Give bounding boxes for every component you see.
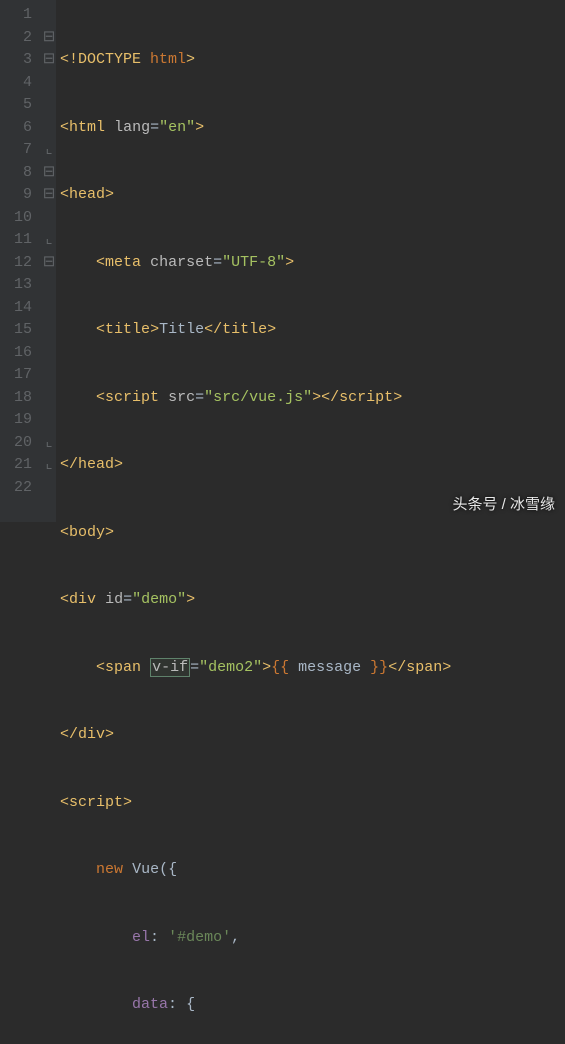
fold-marker[interactable]: ⌞ bbox=[42, 139, 56, 162]
fold-marker[interactable] bbox=[42, 72, 56, 95]
line-number: 15 bbox=[14, 319, 32, 342]
fold-marker[interactable] bbox=[42, 274, 56, 297]
fold-marker[interactable] bbox=[42, 319, 56, 342]
code-line[interactable]: <!DOCTYPE html> bbox=[60, 49, 565, 72]
code-line[interactable]: </head> bbox=[60, 454, 565, 477]
line-number: 19 bbox=[14, 409, 32, 432]
fold-marker[interactable]: ⌞ bbox=[42, 454, 56, 477]
code-line[interactable]: <span v-if="demo2">{{ message }}</span> bbox=[60, 657, 565, 680]
fold-marker[interactable] bbox=[42, 477, 56, 500]
fold-marker[interactable] bbox=[42, 4, 56, 27]
fold-marker[interactable]: ⊟ bbox=[42, 27, 56, 50]
line-number: 11 bbox=[14, 229, 32, 252]
fold-gutter: ⊟ ⊟ ⌞ ⊟ ⊟ ⌞ ⊟ ⌞ ⌞ bbox=[42, 0, 56, 522]
line-number-gutter: 1 2 3 4 5 6 7 8 9 10 11 12 13 14 15 16 1… bbox=[0, 0, 42, 522]
line-number: 17 bbox=[14, 364, 32, 387]
fold-marker[interactable]: ⊟ bbox=[42, 252, 56, 275]
code-line[interactable]: <meta charset="UTF-8"> bbox=[60, 252, 565, 275]
fold-marker[interactable] bbox=[42, 409, 56, 432]
line-number: 22 bbox=[14, 477, 32, 500]
line-number: 7 bbox=[14, 139, 32, 162]
fold-marker[interactable]: ⊟ bbox=[42, 184, 56, 207]
fold-marker[interactable] bbox=[42, 297, 56, 320]
line-number: 5 bbox=[14, 94, 32, 117]
line-number: 1 bbox=[14, 4, 32, 27]
line-number: 12 bbox=[14, 252, 32, 275]
line-number: 6 bbox=[14, 117, 32, 140]
code-editor[interactable]: 1 2 3 4 5 6 7 8 9 10 11 12 13 14 15 16 1… bbox=[0, 0, 565, 522]
watermark-label: 头条号 / 冰雪缘 bbox=[452, 493, 555, 514]
fold-marker[interactable] bbox=[42, 387, 56, 410]
line-number: 4 bbox=[14, 72, 32, 95]
code-line[interactable]: el: '#demo', bbox=[60, 927, 565, 950]
code-area[interactable]: <!DOCTYPE html> <html lang="en"> <head> … bbox=[56, 0, 565, 522]
line-number: 8 bbox=[14, 162, 32, 185]
line-number: 21 bbox=[14, 454, 32, 477]
code-line[interactable]: <body> bbox=[60, 522, 565, 545]
fold-marker[interactable] bbox=[42, 117, 56, 140]
line-number: 14 bbox=[14, 297, 32, 320]
code-line[interactable]: <script> bbox=[60, 792, 565, 815]
line-number: 20 bbox=[14, 432, 32, 455]
line-number: 10 bbox=[14, 207, 32, 230]
code-line[interactable]: data: { bbox=[60, 994, 565, 1017]
code-line[interactable]: <div id="demo"> bbox=[60, 589, 565, 612]
code-line[interactable]: <head> bbox=[60, 184, 565, 207]
code-line[interactable]: </div> bbox=[60, 724, 565, 747]
line-number: 18 bbox=[14, 387, 32, 410]
line-number: 16 bbox=[14, 342, 32, 365]
code-line[interactable]: new Vue({ bbox=[60, 859, 565, 882]
line-number: 13 bbox=[14, 274, 32, 297]
code-line[interactable]: <title>Title</title> bbox=[60, 319, 565, 342]
fold-marker[interactable] bbox=[42, 342, 56, 365]
fold-marker[interactable]: ⌞ bbox=[42, 432, 56, 455]
fold-marker[interactable]: ⌞ bbox=[42, 229, 56, 252]
line-number: 2 bbox=[14, 27, 32, 50]
fold-marker[interactable] bbox=[42, 364, 56, 387]
fold-marker[interactable] bbox=[42, 207, 56, 230]
code-line[interactable]: <script src="src/vue.js"></script> bbox=[60, 387, 565, 410]
selected-attribute: v-if bbox=[150, 658, 190, 677]
line-number: 9 bbox=[14, 184, 32, 207]
code-line[interactable]: <html lang="en"> bbox=[60, 117, 565, 140]
fold-marker[interactable]: ⊟ bbox=[42, 162, 56, 185]
fold-marker[interactable] bbox=[42, 94, 56, 117]
line-number: 3 bbox=[14, 49, 32, 72]
fold-marker[interactable]: ⊟ bbox=[42, 49, 56, 72]
